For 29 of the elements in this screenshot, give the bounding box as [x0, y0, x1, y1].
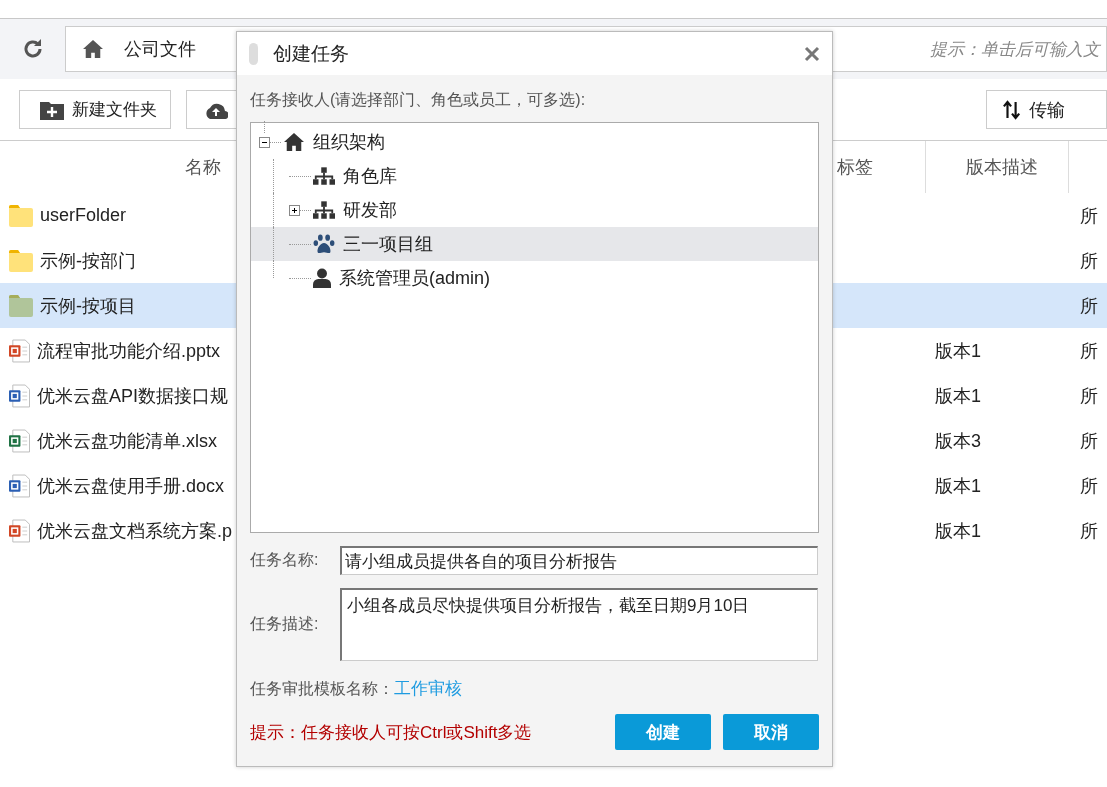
task-description-label: 任务描述: [250, 614, 320, 634]
path-text: 公司文件 [124, 38, 196, 61]
table-cell: 所 [1080, 340, 1098, 361]
hint-text: 提示：任务接收人可按Ctrl或Shift多选 [250, 721, 532, 744]
table-cell: 所 [1080, 385, 1098, 406]
template-label: 任务审批模板名称： [250, 680, 394, 697]
file-name: 优米云盘使用手册.docx [37, 474, 225, 498]
path-hint: 提示：单击后可输入文 [930, 38, 1100, 61]
version-text: 版本1 [935, 340, 981, 361]
file-name: 优米云盘API数据接口规 [37, 384, 228, 408]
file-name: 优米云盘文档系统方案.p [37, 519, 232, 543]
table-cell: 所 [1080, 430, 1098, 451]
version-text: 版本1 [935, 520, 981, 541]
version-text: 版本1 [935, 385, 981, 406]
recipients-label: 任务接收人(请选择部门、角色或员工，可多选): [250, 90, 587, 110]
file-name: 示例-按部门 [40, 249, 136, 273]
file-name: 优米云盘功能清单.xlsx [37, 429, 217, 453]
table-cell: 所 [1080, 250, 1098, 271]
version-text: 版本3 [935, 430, 981, 451]
file-name: userFolder [40, 205, 127, 226]
file-name: 流程审批功能介绍.pptx [37, 339, 221, 363]
table-cell: 所 [1080, 295, 1098, 316]
file-name: 示例-按项目 [40, 294, 136, 318]
version-text: 版本1 [935, 475, 981, 496]
table-cell: 所 [1080, 520, 1098, 541]
task-name-label: 任务名称: [250, 550, 320, 570]
dialog-title: 创建任务 [273, 41, 349, 66]
table-cell: 所 [1080, 205, 1098, 226]
table-cell: 所 [1080, 475, 1098, 496]
